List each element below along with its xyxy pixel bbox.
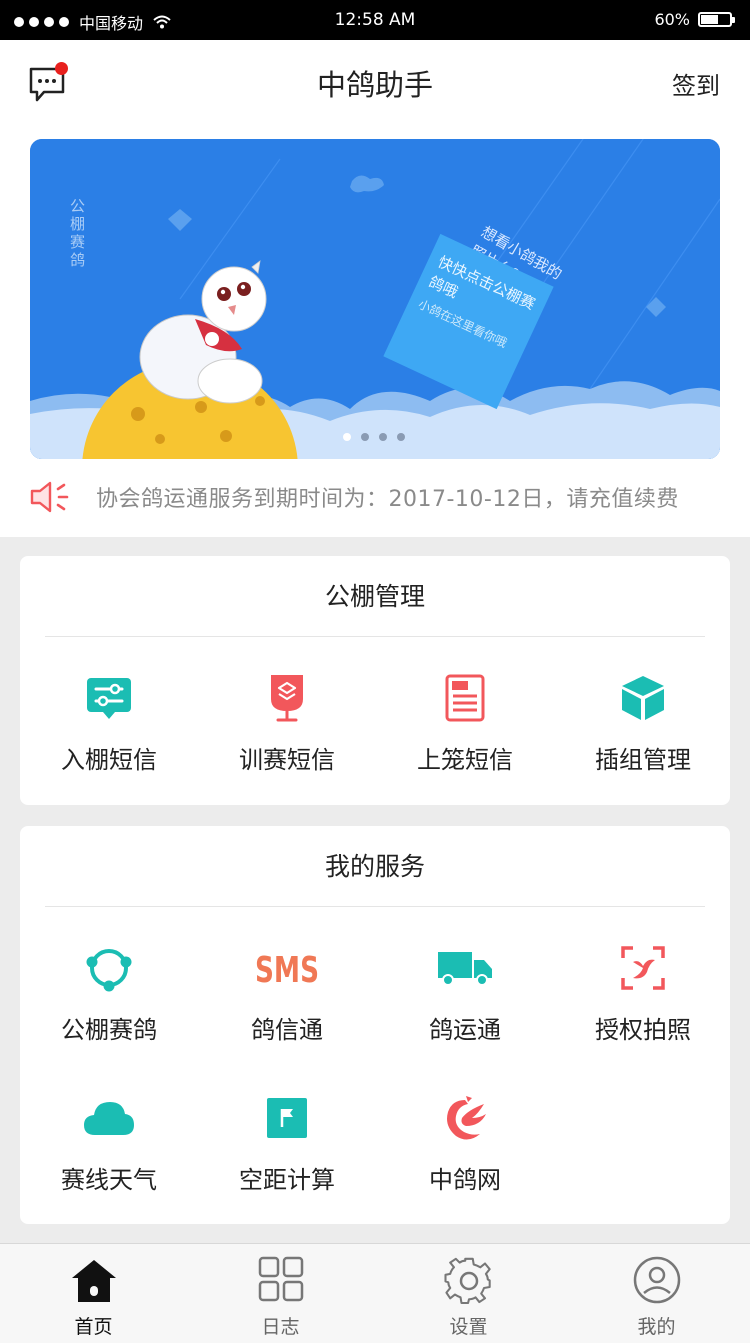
loft-management-title: 公棚管理 (45, 556, 705, 637)
service-item-pigeon-transport[interactable]: 鸽运通 (376, 942, 554, 1045)
battery-fill (701, 15, 718, 24)
cloud-icon (84, 1102, 134, 1135)
notice-bar[interactable]: 协会鸽运通服务到期时间为：2017-10-12日，请充值续费 (30, 477, 730, 517)
speaker-icon (30, 481, 69, 513)
service-item-pigeon-sms[interactable]: SMS 鸽信通 (198, 942, 376, 1045)
home-icon (71, 1260, 116, 1302)
tab-mine[interactable]: 我的 (563, 1244, 750, 1343)
tab-settings[interactable]: 设置 (375, 1244, 562, 1343)
truck-icon (438, 952, 492, 986)
banner-vertical-text: 公棚赛鸽 (70, 197, 86, 269)
list-document-icon (445, 674, 485, 722)
pager-dot[interactable] (343, 433, 351, 441)
pager-dot[interactable] (379, 433, 387, 441)
service-item-label: 公棚赛鸽 (61, 1016, 157, 1044)
status-right: 60% (654, 10, 735, 29)
tab-label: 我的 (637, 1316, 676, 1338)
my-services-card: 我的服务 公棚赛鸽 SMS 鸽信通 鸽运通 授权拍照 赛线天气 空距计算 中鸽网 (20, 826, 730, 1224)
service-item-authorized-photo[interactable]: 授权拍照 (554, 942, 732, 1045)
tab-label: 首页 (74, 1316, 113, 1338)
service-item-label: 授权拍照 (595, 1016, 691, 1044)
layers-stand-icon (271, 675, 303, 722)
my-services-title: 我的服务 (45, 826, 705, 907)
flag-icon (267, 1098, 307, 1138)
notice-text: 协会鸽运通服务到期时间为：2017-10-12日，请充值续费 (96, 487, 679, 512)
page-title: 中鸽助手 (316, 68, 433, 102)
tab-home[interactable]: 首页 (0, 1244, 187, 1343)
service-item-loft-racing[interactable]: 公棚赛鸽 (20, 942, 198, 1045)
user-icon (633, 1256, 680, 1304)
signin-button[interactable]: 签到 (672, 66, 720, 101)
service-item-label: 中鸽网 (429, 1166, 501, 1194)
service-item-zhongge-net[interactable]: 中鸽网 (376, 1092, 554, 1195)
sms-filter-icon (87, 678, 131, 719)
loft-item-label: 训赛短信 (239, 746, 335, 774)
tab-label: 日志 (261, 1316, 300, 1338)
service-item-distance-calc[interactable]: 空距计算 (198, 1092, 376, 1195)
promo-banner[interactable]: 公棚赛鸽 想看小鸽我的照片么? 快快点击公棚赛鸽哦 小鸽在这里看你哦 (30, 139, 720, 459)
status-bar: 中国移动 12:58 AM 60% (0, 0, 750, 40)
service-item-label: 赛线天气 (61, 1166, 157, 1194)
loft-item-cage-sms[interactable]: 上笼短信 (376, 672, 554, 775)
loft-item-check-in-sms[interactable]: 入棚短信 (20, 672, 198, 775)
loft-management-card: 公棚管理 入棚短信 训赛短信 上笼短信 插组管理 (20, 556, 730, 805)
tab-label: 设置 (449, 1316, 488, 1338)
loft-item-label: 上笼短信 (417, 746, 513, 774)
network-circle-icon (86, 949, 132, 992)
loft-item-group-management[interactable]: 插组管理 (554, 672, 732, 775)
status-time: 12:58 AM (334, 10, 416, 30)
loft-item-label: 入棚短信 (61, 746, 157, 774)
grid-icon (258, 1256, 303, 1302)
pigeon-logo-icon (447, 1096, 486, 1140)
pager-dot[interactable] (361, 433, 369, 441)
service-item-label: 鸽运通 (429, 1016, 501, 1044)
battery-icon (698, 12, 735, 27)
loft-item-label: 插组管理 (595, 746, 691, 774)
gear-icon (443, 1257, 491, 1305)
banner-illustration (30, 139, 720, 459)
top-area: 中鸽助手 签到 公棚赛鸽 想看小鸽我的照片么? 快快点击公棚赛鸽哦 小鸽在这里看… (0, 40, 750, 537)
scan-frame-icon (621, 946, 665, 990)
service-item-label: 空距计算 (239, 1166, 335, 1194)
service-item-race-weather[interactable]: 赛线天气 (20, 1092, 198, 1195)
banner-pager (343, 433, 405, 441)
cube-icon (622, 676, 664, 720)
loft-item-training-sms[interactable]: 训赛短信 (198, 672, 376, 775)
tab-log[interactable]: 日志 (187, 1244, 374, 1343)
sms-text-icon: SMS (255, 950, 319, 988)
battery-percent: 60% (654, 10, 690, 29)
bottom-tab-bar: 首页 日志 设置 我的 (0, 1243, 750, 1343)
svg-text:SMS: SMS (255, 950, 319, 988)
service-item-label: 鸽信通 (251, 1016, 323, 1044)
pager-dot[interactable] (397, 433, 405, 441)
